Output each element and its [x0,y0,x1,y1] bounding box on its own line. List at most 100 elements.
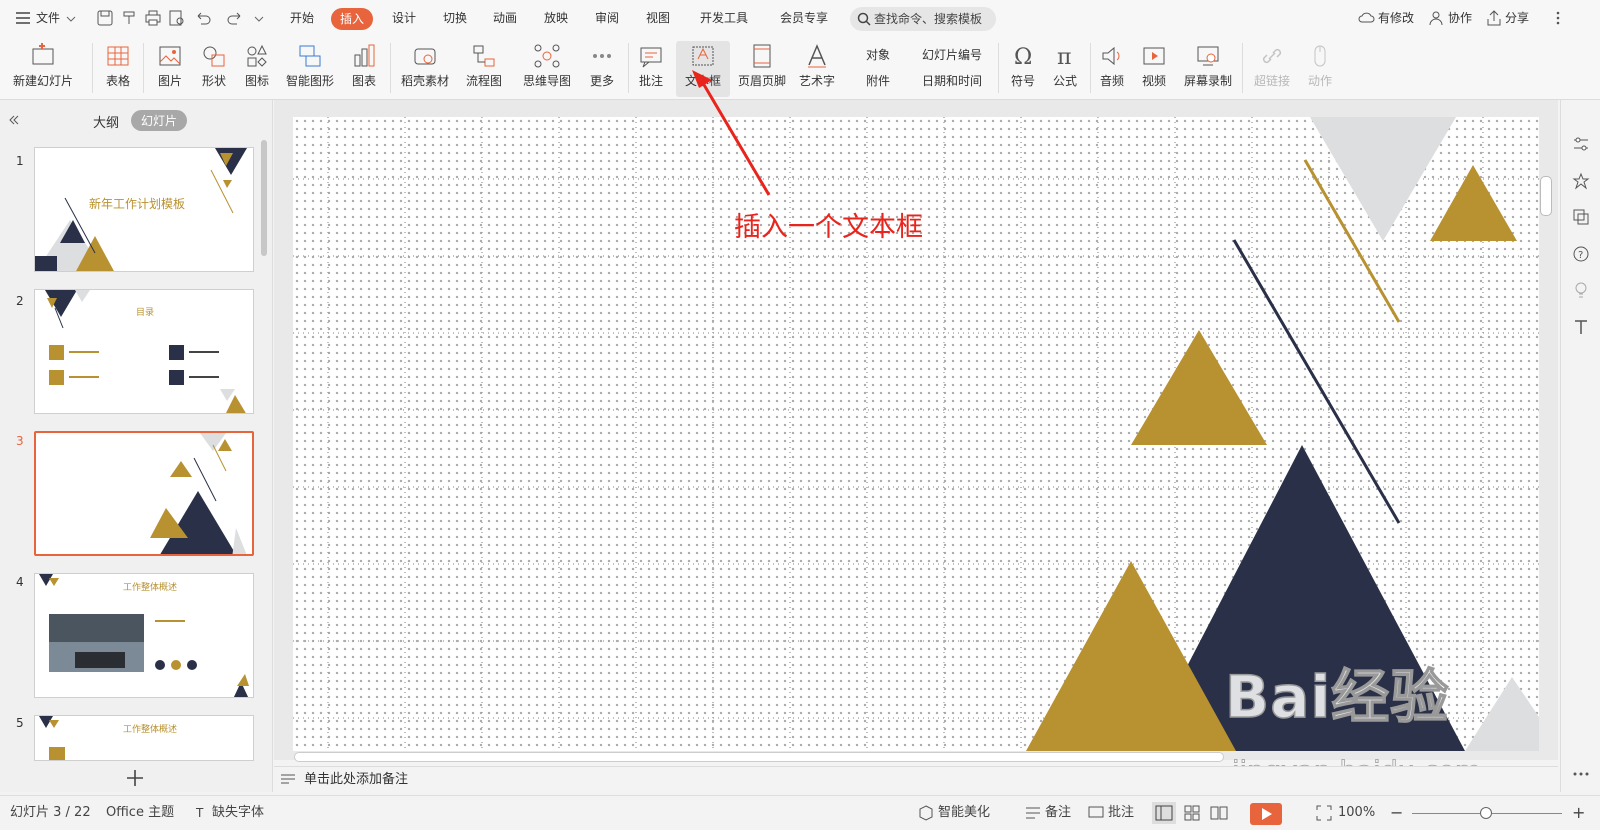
chart-button[interactable]: 图表 [344,41,384,97]
comments-toggle[interactable]: 批注 [1108,796,1134,830]
notes-area[interactable]: 单击此处添加备注 [274,766,1558,792]
collab-icon[interactable] [1428,9,1446,27]
slide-thumbnail-1[interactable]: 新年工作计划模板 [34,147,254,272]
horizontal-scrollbar[interactable] [294,752,1224,762]
new-slide-button[interactable]: 新建幻灯片 [8,41,78,97]
save-icon[interactable] [96,9,114,27]
video-button[interactable]: 视频 [1136,41,1172,97]
tab-review[interactable]: 审阅 [595,0,619,37]
slide-thumbnail-4[interactable]: 工作整体概述 [34,573,254,698]
slide-number-button[interactable]: 幻灯片编号 [904,41,992,63]
quick-access-more-icon[interactable] [254,14,264,24]
add-slide-icon[interactable] [125,768,145,788]
formula-button[interactable]: π 公式 [1046,41,1084,97]
cloud-sync-icon[interactable] [1358,9,1376,27]
has-changes-label[interactable]: 有修改 [1378,0,1414,37]
notes-toggle-icon[interactable] [1025,805,1041,821]
tab-member[interactable]: 会员专享 [780,0,828,37]
formula-label: 公式 [1052,74,1077,88]
star-icon[interactable] [1572,172,1590,190]
tab-slideshow[interactable]: 放映 [544,0,568,37]
tab-animation[interactable]: 动画 [493,0,517,37]
material-button[interactable]: 稻壳素材 [398,41,452,97]
thumb4-title: 工作整体概述 [123,583,178,593]
slide-thumbnail-3[interactable] [34,431,254,556]
object-button[interactable]: 对象 [848,41,900,63]
slide-thumbnail-panel: 大纲 幻灯片 1 新年工作计划模板 2 目录 3 4 工作整体概述 5 工作整体… [0,100,273,792]
gold-triangle-small [1430,165,1517,241]
copy-slide-icon[interactable] [1572,208,1590,226]
wordart-button[interactable]: 艺术字 [793,41,841,97]
hyperlink-button[interactable]: 超链接 [1248,41,1296,97]
notes-toggle[interactable]: 备注 [1045,796,1071,830]
slide-thumbnail-5[interactable]: 工作整体概述 [34,715,254,761]
redo-icon[interactable] [226,9,244,27]
attachment-button[interactable]: 附件 [848,67,900,89]
sorter-view-icon[interactable] [1184,805,1200,821]
search-input[interactable]: 查找命令、搜索模板 [850,7,996,31]
slideshow-play-button[interactable] [1250,803,1282,825]
undo-icon[interactable] [194,9,212,27]
format-painter-icon[interactable] [120,9,138,27]
print-preview-icon[interactable] [168,9,186,27]
lightbulb-icon[interactable] [1572,281,1590,299]
zoom-slider-thumb[interactable] [1480,807,1492,819]
shape-button[interactable]: 形状 [194,41,234,97]
symbol-button[interactable]: Ω 符号 [1004,41,1042,97]
notes-placeholder: 单击此处添加备注 [304,772,409,787]
datetime-button[interactable]: 日期和时间 [904,67,992,89]
icon-button[interactable]: 图标 [237,41,277,97]
tab-insert[interactable]: 插入 [331,8,374,30]
more-horizontal-icon[interactable] [1572,765,1590,783]
right-sidebar: ? [1560,100,1600,792]
reading-view-icon[interactable] [1210,805,1228,821]
text-format-icon[interactable] [1572,318,1590,336]
flowchart-icon [473,45,495,67]
share-button[interactable]: 分享 [1505,0,1529,37]
tab-home[interactable]: 开始 [290,0,314,37]
more-vertical-icon[interactable] [1549,9,1567,27]
missing-font-tf: T [196,806,204,820]
action-button[interactable]: 动作 [1302,41,1338,97]
beautify-icon[interactable] [918,805,934,821]
share-icon[interactable] [1485,9,1503,27]
comment-toggle-icon[interactable] [1088,805,1104,821]
slide-thumbnail-2[interactable]: 目录 [34,289,254,414]
fit-window-icon[interactable] [1316,805,1332,821]
normal-view-icon[interactable] [1152,802,1176,824]
shape-icon [203,46,225,67]
slides-tab[interactable]: 幻灯片 [131,110,188,131]
mindmap-button[interactable]: 思维导图 [516,41,578,97]
outline-tab[interactable]: 大纲 [93,112,119,131]
beautify-button[interactable]: 智能美化 [938,796,990,830]
print-icon[interactable] [144,9,162,27]
screen-record-button[interactable]: 屏幕录制 [1180,41,1236,97]
zoom-in-button[interactable]: + [1572,796,1585,830]
zoom-out-button[interactable]: − [1390,796,1403,830]
audio-button[interactable]: 音频 [1094,41,1130,97]
panel-scrollbar[interactable] [261,140,267,256]
tab-developer[interactable]: 开发工具 [700,0,748,37]
vertical-scrollbar[interactable] [1540,176,1552,216]
textbox-icon [692,46,714,66]
flowchart-button[interactable]: 流程图 [460,41,508,97]
mouse-icon [1314,45,1326,67]
file-menu[interactable]: 文件 [36,0,60,37]
picture-button[interactable]: 图片 [150,41,190,97]
tab-view[interactable]: 视图 [646,0,670,37]
smartart-button[interactable]: 智能图形 [280,41,340,97]
help-icon[interactable]: ? [1572,245,1590,263]
collab-button[interactable]: 协作 [1448,0,1472,37]
tab-transition[interactable]: 切换 [443,0,467,37]
tab-design[interactable]: 设计 [392,0,416,37]
zoom-level[interactable]: 100% [1338,796,1375,830]
comment-button[interactable]: 批注 [634,41,668,97]
collapse-panel-icon[interactable] [7,113,21,127]
hamburger-icon[interactable] [14,9,32,27]
missing-font-button[interactable]: 缺失字体 [212,796,264,830]
adjust-icon[interactable] [1572,135,1590,153]
chevron-down-icon[interactable] [66,14,76,24]
table-button[interactable]: 表格 [98,41,138,97]
more-button[interactable]: 更多 [582,41,622,97]
theme-name[interactable]: Office 主题 [106,796,174,830]
